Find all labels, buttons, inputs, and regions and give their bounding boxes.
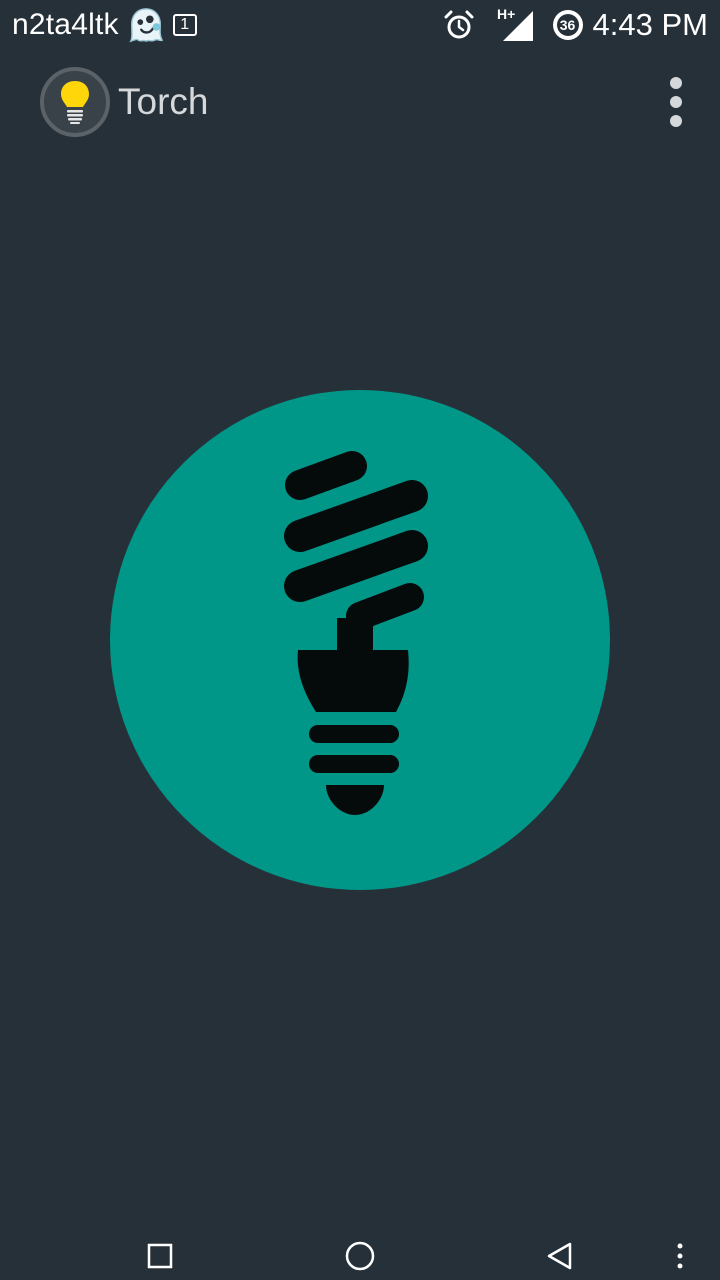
status-left: n2ta4ltk 1 bbox=[12, 6, 197, 44]
cfl-bulb-icon bbox=[284, 451, 428, 815]
battery-icon: 36 bbox=[551, 8, 585, 42]
navigation-bar bbox=[0, 1232, 720, 1280]
network-type-label: H+ bbox=[497, 7, 515, 22]
status-bar: n2ta4ltk 1 H+ 36 4:43 PM bbox=[0, 0, 720, 50]
recents-button[interactable] bbox=[130, 1232, 190, 1280]
more-vert-dot bbox=[670, 96, 682, 108]
status-right: H+ 36 4:43 PM bbox=[443, 7, 708, 43]
lightbulb-icon bbox=[61, 81, 89, 124]
carrier-name: n2ta4ltk bbox=[12, 8, 119, 41]
more-vert-icon bbox=[677, 1243, 683, 1269]
more-vert-dot bbox=[670, 115, 682, 127]
back-icon bbox=[547, 1242, 572, 1270]
app-title: Torch bbox=[118, 81, 209, 122]
recents-icon bbox=[147, 1243, 173, 1269]
home-icon bbox=[345, 1241, 375, 1271]
more-vert-icon bbox=[670, 77, 682, 89]
nav-menu-button[interactable] bbox=[660, 1232, 700, 1280]
home-button[interactable] bbox=[330, 1232, 390, 1280]
notification-badge: 1 bbox=[172, 14, 197, 36]
status-clock: 4:43 PM bbox=[592, 7, 708, 42]
app-logo bbox=[40, 67, 110, 137]
alarm-icon bbox=[444, 10, 474, 39]
app-bar-left: Torch bbox=[40, 67, 208, 137]
overflow-menu-button[interactable] bbox=[656, 72, 696, 132]
torch-toggle-button[interactable] bbox=[110, 390, 610, 890]
ghost-icon bbox=[128, 8, 163, 43]
app-bar: Torch bbox=[0, 60, 720, 144]
battery-level: 36 bbox=[559, 17, 576, 33]
back-button[interactable] bbox=[530, 1232, 590, 1280]
signal-icon: H+ bbox=[497, 7, 533, 41]
